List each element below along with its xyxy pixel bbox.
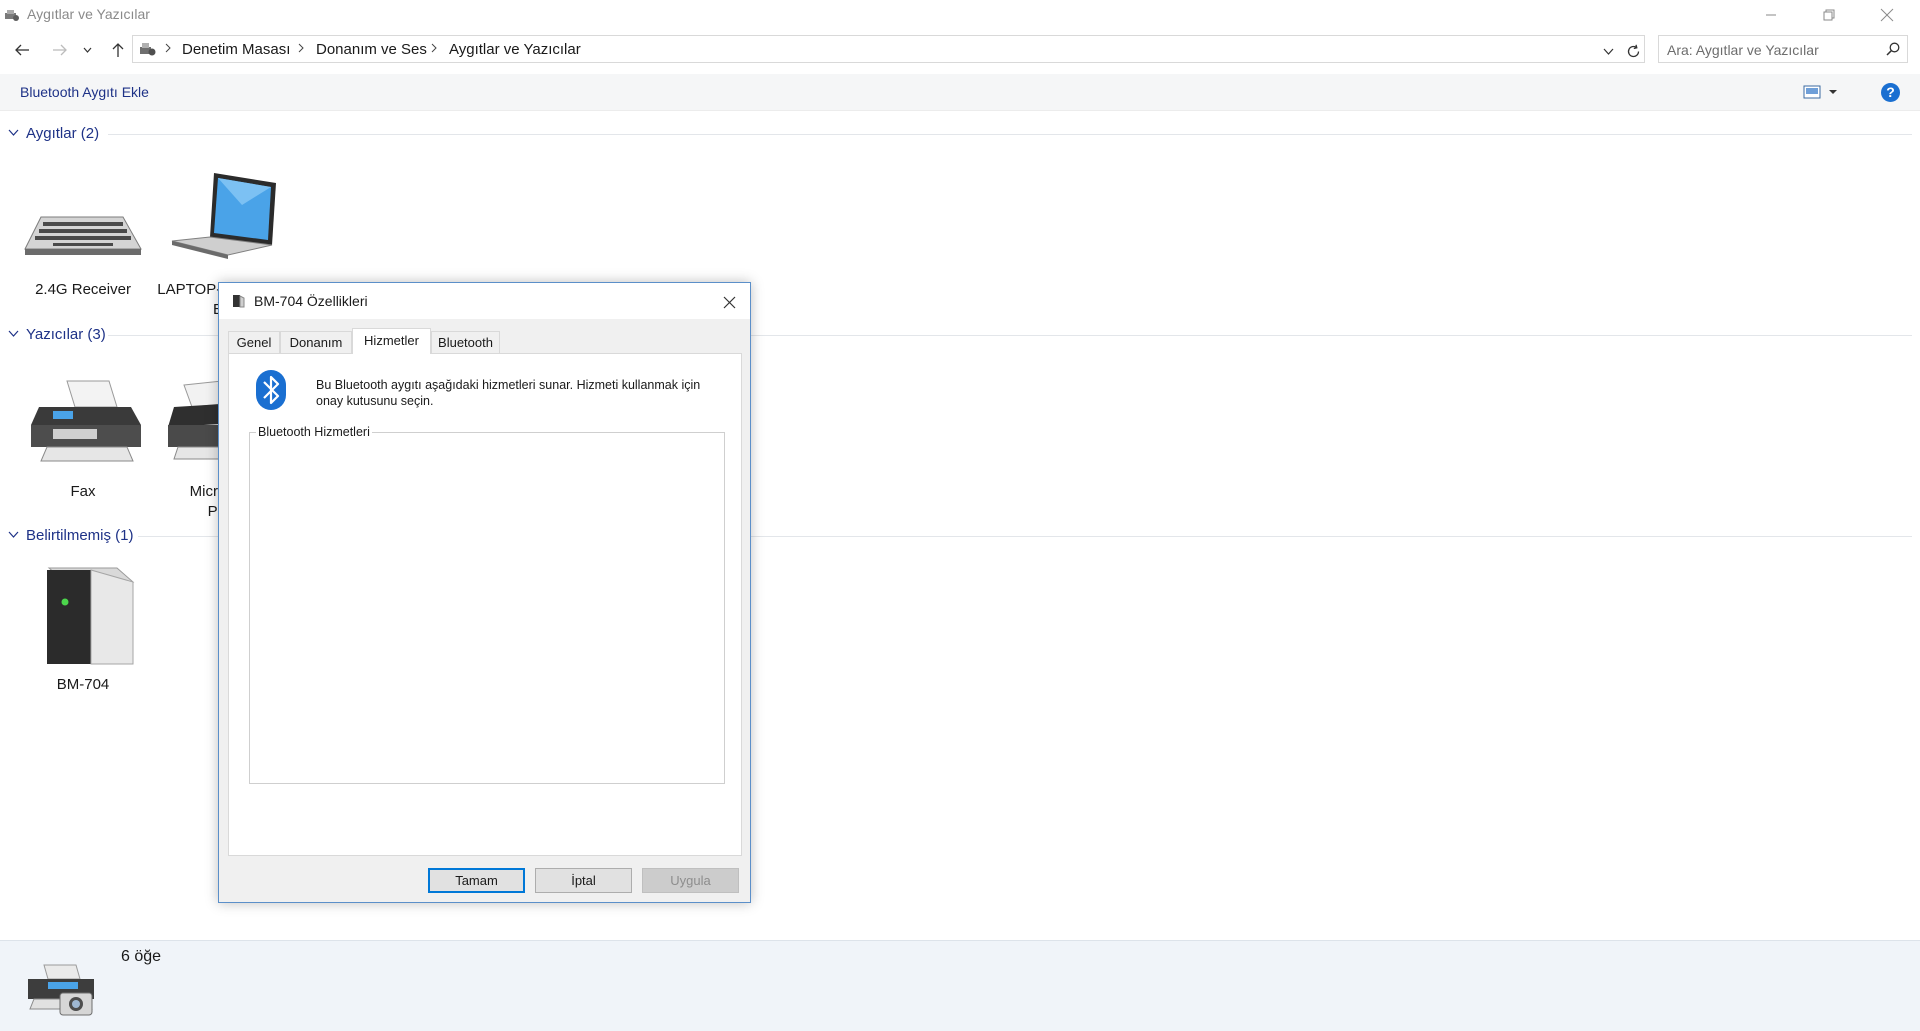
breadcrumb-control-panel[interactable]: Denetim Masası (182, 41, 290, 58)
bluetooth-services-group: Bluetooth Hizmetleri (249, 425, 725, 784)
window-titlebar: Aygıtlar ve Yazıcılar (0, 0, 1920, 30)
cancel-button[interactable]: İptal (535, 868, 632, 893)
breadcrumb-separator-icon (431, 43, 437, 53)
tower-device-icon (47, 567, 135, 665)
chevron-down-icon (8, 330, 19, 337)
device-icon (231, 294, 245, 313)
recent-locations-chevron-icon[interactable] (80, 38, 94, 62)
forward-button[interactable] (48, 38, 72, 62)
fax-printer-icon (31, 380, 141, 462)
breadcrumb-separator-icon (165, 43, 171, 53)
restore-button[interactable] (1800, 0, 1858, 30)
tab-general[interactable]: Genel (228, 331, 280, 353)
add-bluetooth-device-button[interactable]: Bluetooth Aygıtı Ekle (20, 84, 149, 100)
search-placeholder: Ara: Aygıtlar ve Yazıcılar (1667, 42, 1819, 58)
status-bar: 6 öğe (0, 940, 1920, 1031)
close-icon (723, 296, 735, 308)
breadcrumb-hardware-sound[interactable]: Donanım ve Ses (316, 41, 427, 58)
navigation-bar: Denetim Masası Donanım ve Ses Aygıtlar v… (0, 34, 1920, 66)
laptop-icon (171, 173, 276, 259)
address-bar[interactable]: Denetim Masası Donanım ve Ses Aygıtlar v… (132, 35, 1645, 63)
group-devices-title: Aygıtlar (2) (26, 125, 100, 142)
bluetooth-services-legend: Bluetooth Hizmetleri (256, 425, 372, 439)
group-printers-title: Yazıcılar (3) (26, 326, 106, 343)
help-button[interactable]: ? (1881, 83, 1900, 102)
refresh-icon (1627, 44, 1639, 57)
printer-camera-icon (24, 959, 98, 1024)
printer-name: Fax (70, 483, 96, 500)
device-item[interactable]: BM-704 (15, 560, 151, 695)
search-icon[interactable] (1886, 42, 1900, 61)
search-box[interactable]: Ara: Aygıtlar ve Yazıcılar (1658, 35, 1908, 63)
devices-printers-icon (4, 7, 20, 23)
close-window-button[interactable] (1858, 0, 1916, 30)
keyboard-icon (24, 216, 142, 255)
properties-dialog: BM-704 Özellikleri Genel Donanım Hizmetl… (218, 282, 751, 903)
apply-button[interactable]: Uygula (642, 868, 739, 893)
back-button[interactable] (10, 38, 34, 62)
change-view-button[interactable] (1803, 85, 1841, 104)
group-divider (108, 134, 1912, 135)
chevron-down-icon (8, 129, 19, 136)
printer-item[interactable]: Fax (15, 367, 151, 502)
breadcrumb-devices-printers[interactable]: Aygıtlar ve Yazıcılar (449, 41, 581, 58)
tab-bluetooth[interactable]: Bluetooth (431, 331, 500, 353)
ok-button[interactable]: Tamam (428, 868, 525, 893)
tab-services[interactable]: Hizmetler (352, 328, 431, 354)
item-count: 6 öğe (121, 948, 162, 965)
dialog-titlebar[interactable]: BM-704 Özellikleri (219, 283, 750, 319)
services-tab-panel: Bu Bluetooth aygıtı aşağıdaki hizmetleri… (228, 353, 742, 856)
group-unspecified-title: Belirtilmemiş (1) (26, 527, 134, 544)
control-panel-icon (139, 41, 157, 62)
bluetooth-icon (256, 370, 286, 415)
window-title: Aygıtlar ve Yazıcılar (27, 6, 150, 22)
services-info-text: Bu Bluetooth aygıtı aşağıdaki hizmetleri… (316, 378, 701, 408)
refresh-button[interactable] (1621, 39, 1645, 63)
address-dropdown-chevron-icon[interactable] (1603, 42, 1614, 60)
group-devices-header[interactable]: Aygıtlar (2) (8, 124, 1912, 144)
tab-hardware[interactable]: Donanım (280, 331, 352, 353)
device-name: BM-704 (56, 676, 110, 693)
minimize-button[interactable] (1742, 0, 1800, 30)
device-name: 2.4G Receiver (35, 281, 131, 298)
dialog-close-button[interactable] (717, 290, 741, 314)
breadcrumb-separator-icon (298, 43, 304, 53)
chevron-down-icon (8, 531, 19, 538)
up-button[interactable] (106, 38, 130, 62)
device-item[interactable]: 2.4G Receiver (15, 165, 151, 300)
command-bar: Bluetooth Aygıtı Ekle ? (0, 74, 1920, 111)
dialog-title: BM-704 Özellikleri (254, 293, 368, 309)
